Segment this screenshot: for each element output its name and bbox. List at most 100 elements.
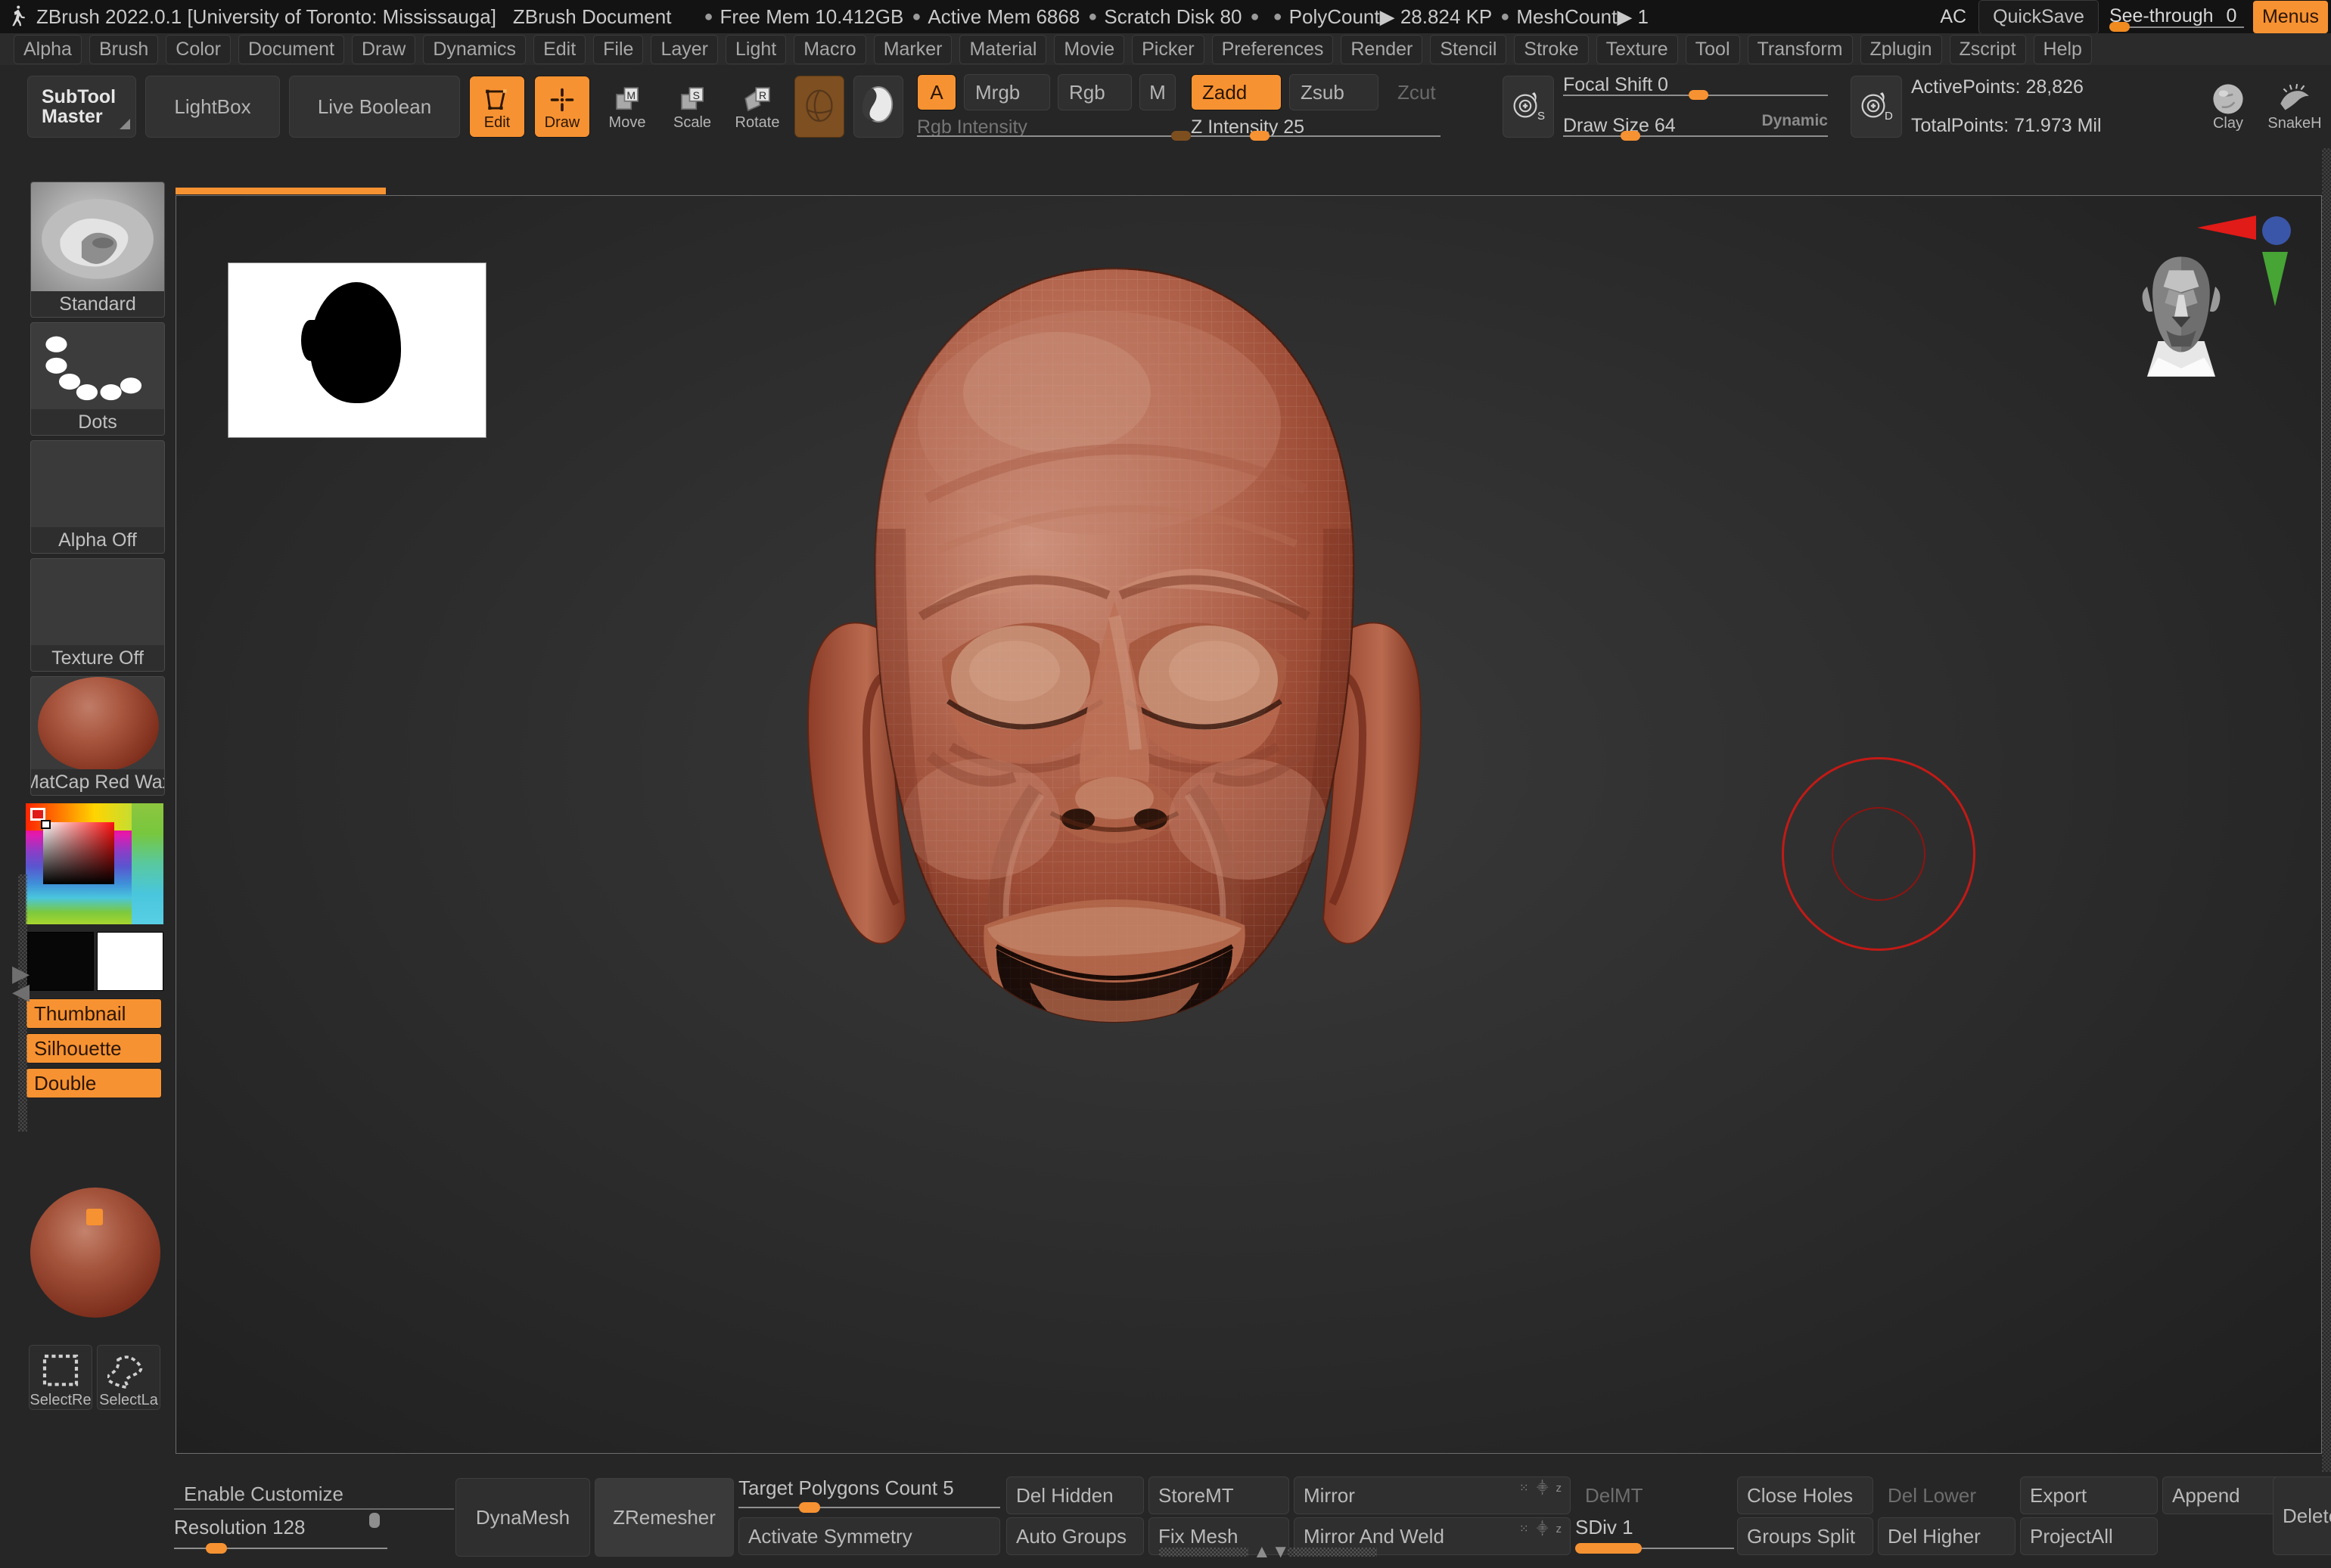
select-lasso-button[interactable]: SelectLa bbox=[97, 1345, 160, 1410]
menus-button[interactable]: Menus bbox=[2252, 0, 2328, 33]
color-cursor[interactable] bbox=[41, 820, 51, 829]
enable-customize-button[interactable]: Enable Customize bbox=[174, 1478, 454, 1510]
export-button[interactable]: Export bbox=[2020, 1476, 2158, 1514]
gizmo-z-axis-icon[interactable] bbox=[2262, 216, 2291, 245]
rgb-intensity-knob[interactable] bbox=[1171, 131, 1191, 141]
document-canvas[interactable] bbox=[176, 195, 2322, 1454]
brush-size-preset-button[interactable]: S bbox=[1503, 76, 1554, 138]
focal-shift-knob[interactable] bbox=[1689, 90, 1708, 100]
menu-item-preferences[interactable]: Preferences bbox=[1211, 34, 1334, 64]
projectall-button[interactable]: ProjectAll bbox=[2020, 1517, 2158, 1555]
sdiv-slider[interactable]: SDiv 1 bbox=[1575, 1516, 1734, 1555]
zcut-button[interactable]: Zcut bbox=[1386, 74, 1475, 110]
menu-item-zplugin[interactable]: Zplugin bbox=[1860, 34, 1942, 64]
menu-item-layer[interactable]: Layer bbox=[651, 34, 718, 64]
primary-color-swatch[interactable] bbox=[30, 808, 45, 821]
storemt-button[interactable]: StoreMT bbox=[1148, 1476, 1289, 1514]
menu-item-render[interactable]: Render bbox=[1341, 34, 1423, 64]
z-intensity-knob[interactable] bbox=[1250, 131, 1270, 141]
resolution-knob[interactable] bbox=[206, 1543, 227, 1554]
menu-item-stroke[interactable]: Stroke bbox=[1514, 34, 1589, 64]
menu-item-zscript[interactable]: Zscript bbox=[1949, 34, 2026, 64]
mrgb-button[interactable]: Mrgb bbox=[964, 74, 1050, 110]
menu-item-texture[interactable]: Texture bbox=[1596, 34, 1678, 64]
del-lower-button[interactable]: Del Lower bbox=[1878, 1476, 2016, 1514]
current-alpha-button[interactable]: Alpha Off bbox=[30, 440, 165, 554]
ac-button[interactable]: AC bbox=[1928, 3, 1978, 31]
menu-item-file[interactable]: File bbox=[593, 34, 644, 64]
silhouette-button[interactable]: Silhouette bbox=[26, 1033, 162, 1063]
see-through-slider[interactable]: See-through 0 bbox=[2109, 0, 2244, 33]
double-button[interactable]: Double bbox=[26, 1068, 162, 1098]
current-material-button[interactable] bbox=[853, 76, 903, 138]
rgb-button[interactable]: Rgb bbox=[1058, 74, 1132, 110]
gizmo-y-axis-icon[interactable] bbox=[2262, 252, 2288, 306]
zadd-button[interactable]: Zadd bbox=[1191, 74, 1282, 110]
select-rect-button[interactable]: SelectRe bbox=[29, 1345, 92, 1410]
menu-item-edit[interactable]: Edit bbox=[533, 34, 586, 64]
color-picker[interactable] bbox=[26, 803, 163, 924]
sculpted-head-model[interactable] bbox=[660, 226, 1568, 1436]
navigation-gizmo[interactable] bbox=[2132, 214, 2291, 388]
draw-size-slider[interactable]: Draw Size 64 Dynamic bbox=[1563, 112, 1828, 141]
see-through-knob[interactable] bbox=[2109, 22, 2130, 32]
close-holes-button[interactable]: Close Holes bbox=[1737, 1476, 1873, 1514]
snakehook-brush-preset[interactable]: SnakeH bbox=[2264, 76, 2325, 139]
menu-item-draw[interactable]: Draw bbox=[351, 34, 416, 64]
gizmo-x-axis-icon[interactable] bbox=[2197, 216, 2256, 240]
groups-split-button[interactable]: Groups Split bbox=[1737, 1517, 1873, 1555]
menu-item-marker[interactable]: Marker bbox=[873, 34, 953, 64]
auto-groups-button[interactable]: Auto Groups bbox=[1006, 1517, 1144, 1555]
quicksave-button[interactable]: QuickSave bbox=[1978, 0, 2099, 34]
left-collapse-arrows-icon[interactable]: ▶ ◀ bbox=[12, 963, 30, 1004]
z-intensity-slider[interactable]: Z Intensity 25 bbox=[1191, 116, 1441, 141]
menu-item-tool[interactable]: Tool bbox=[1685, 34, 1740, 64]
light-position-handle[interactable] bbox=[86, 1209, 103, 1225]
white-color-swatch[interactable] bbox=[97, 932, 163, 991]
delmt-button[interactable]: DelMT bbox=[1575, 1476, 1734, 1514]
zsub-button[interactable]: Zsub bbox=[1289, 74, 1378, 110]
menu-item-transform[interactable]: Transform bbox=[1747, 34, 1853, 64]
right-dither-handle[interactable] bbox=[2322, 148, 2331, 1472]
edit-mode-button[interactable]: Edit bbox=[469, 76, 525, 138]
delete-button[interactable]: Delete bbox=[2273, 1476, 2331, 1555]
menu-item-help[interactable]: Help bbox=[2033, 34, 2092, 64]
mirror-button[interactable]: Mirror ⁙ ⸎ ᴢ bbox=[1294, 1476, 1571, 1514]
current-material-shelf-button[interactable]: MatCap Red Wax bbox=[30, 676, 165, 796]
dynamesh-button[interactable]: DynaMesh bbox=[455, 1478, 590, 1557]
dynamic-brush-size-button[interactable]: D bbox=[1851, 76, 1902, 138]
draw-mode-button[interactable]: Draw bbox=[534, 76, 590, 138]
live-boolean-button[interactable]: Live Boolean bbox=[289, 76, 460, 138]
menu-item-stencil[interactable]: Stencil bbox=[1430, 34, 1507, 64]
sdiv-knob[interactable] bbox=[1575, 1543, 1642, 1554]
material-sphere-preview[interactable] bbox=[30, 1188, 160, 1318]
move-mode-button[interactable]: M Move bbox=[599, 76, 655, 138]
del-higher-button[interactable]: Del Higher bbox=[1878, 1517, 2016, 1555]
current-stroke-button[interactable]: Dots bbox=[30, 322, 165, 436]
rgb-intensity-slider[interactable]: Rgb Intensity bbox=[917, 116, 1191, 141]
clay-brush-preset[interactable]: Clay bbox=[2198, 76, 2258, 139]
draw-size-knob[interactable] bbox=[1621, 131, 1640, 141]
zremesher-button[interactable]: ZRemesher bbox=[595, 1478, 734, 1557]
menu-item-picker[interactable]: Picker bbox=[1132, 34, 1204, 64]
menu-item-alpha[interactable]: Alpha bbox=[14, 34, 82, 64]
rotate-mode-button[interactable]: R Rotate bbox=[729, 76, 785, 138]
mirror-weld-axis-icon[interactable]: ⁙ ⸎ ᴢ bbox=[1519, 1521, 1564, 1536]
menu-item-dynamics[interactable]: Dynamics bbox=[423, 34, 527, 64]
bottom-dither-right[interactable] bbox=[1288, 1548, 1377, 1557]
resolution-slider[interactable]: Resolution 128 bbox=[174, 1513, 454, 1555]
activate-symmetry-button[interactable]: Activate Symmetry bbox=[738, 1517, 1000, 1555]
target-polygons-knob[interactable] bbox=[799, 1502, 820, 1513]
bottom-collapse-arrows-icon[interactable]: ▲▼ bbox=[1253, 1542, 1291, 1563]
menu-item-light[interactable]: Light bbox=[726, 34, 787, 64]
del-hidden-button[interactable]: Del Hidden bbox=[1006, 1476, 1144, 1514]
scale-mode-button[interactable]: S Scale bbox=[664, 76, 720, 138]
thumbnail-button[interactable]: Thumbnail bbox=[26, 998, 162, 1029]
resolution-secondary-knob[interactable] bbox=[369, 1513, 380, 1528]
alpha-channel-button[interactable]: A bbox=[917, 74, 956, 110]
dynamic-label[interactable]: Dynamic bbox=[1761, 112, 1828, 130]
lightbox-button[interactable]: LightBox bbox=[145, 76, 280, 138]
menu-item-brush[interactable]: Brush bbox=[89, 34, 159, 64]
menu-item-document[interactable]: Document bbox=[238, 34, 344, 64]
current-brush-button[interactable]: Standard bbox=[30, 182, 165, 318]
